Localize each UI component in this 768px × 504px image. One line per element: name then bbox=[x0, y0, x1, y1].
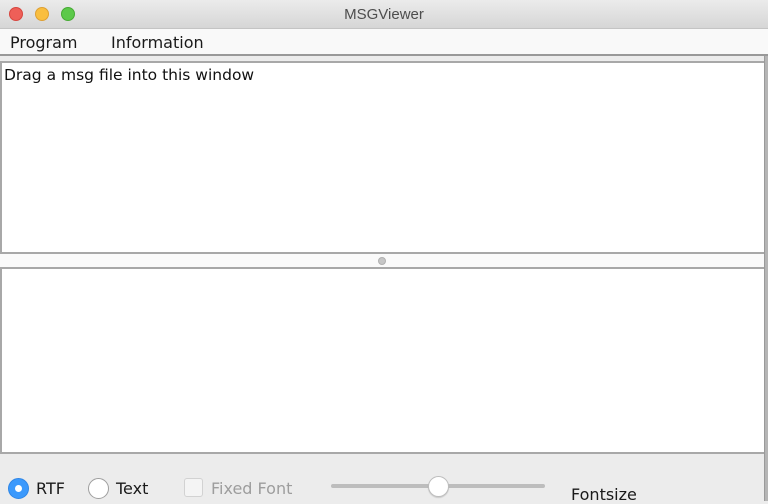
message-header-pane[interactable]: Drag a msg file into this window bbox=[0, 61, 766, 254]
bottom-controls: RTF Text Fixed Font Fontsize bbox=[0, 454, 764, 504]
rtf-radio[interactable] bbox=[8, 478, 29, 499]
msgviewer-window: MSGViewer Program Information Drag a msg… bbox=[0, 0, 768, 504]
divider-grip-icon[interactable] bbox=[378, 257, 386, 265]
drop-hint-text: Drag a msg file into this window bbox=[4, 66, 255, 84]
fontsize-label: Fontsize bbox=[571, 485, 637, 504]
fontsize-slider[interactable] bbox=[331, 476, 545, 497]
window-title: MSGViewer bbox=[344, 6, 424, 23]
slider-thumb[interactable] bbox=[427, 476, 449, 497]
menu-information[interactable]: Information bbox=[111, 33, 204, 52]
message-body-pane[interactable] bbox=[0, 267, 766, 454]
text-radio[interactable] bbox=[88, 478, 109, 499]
text-radio-label[interactable]: Text bbox=[116, 479, 148, 498]
menu-bar: Program Information bbox=[0, 29, 768, 56]
window-right-border bbox=[764, 56, 768, 501]
split-pane-divider[interactable] bbox=[0, 254, 766, 267]
rtf-radio-label[interactable]: RTF bbox=[36, 479, 65, 498]
fixed-font-checkbox[interactable] bbox=[184, 478, 203, 497]
fixed-font-label: Fixed Font bbox=[211, 479, 293, 498]
title-bar: MSGViewer bbox=[0, 0, 768, 29]
menu-program[interactable]: Program bbox=[10, 33, 78, 52]
